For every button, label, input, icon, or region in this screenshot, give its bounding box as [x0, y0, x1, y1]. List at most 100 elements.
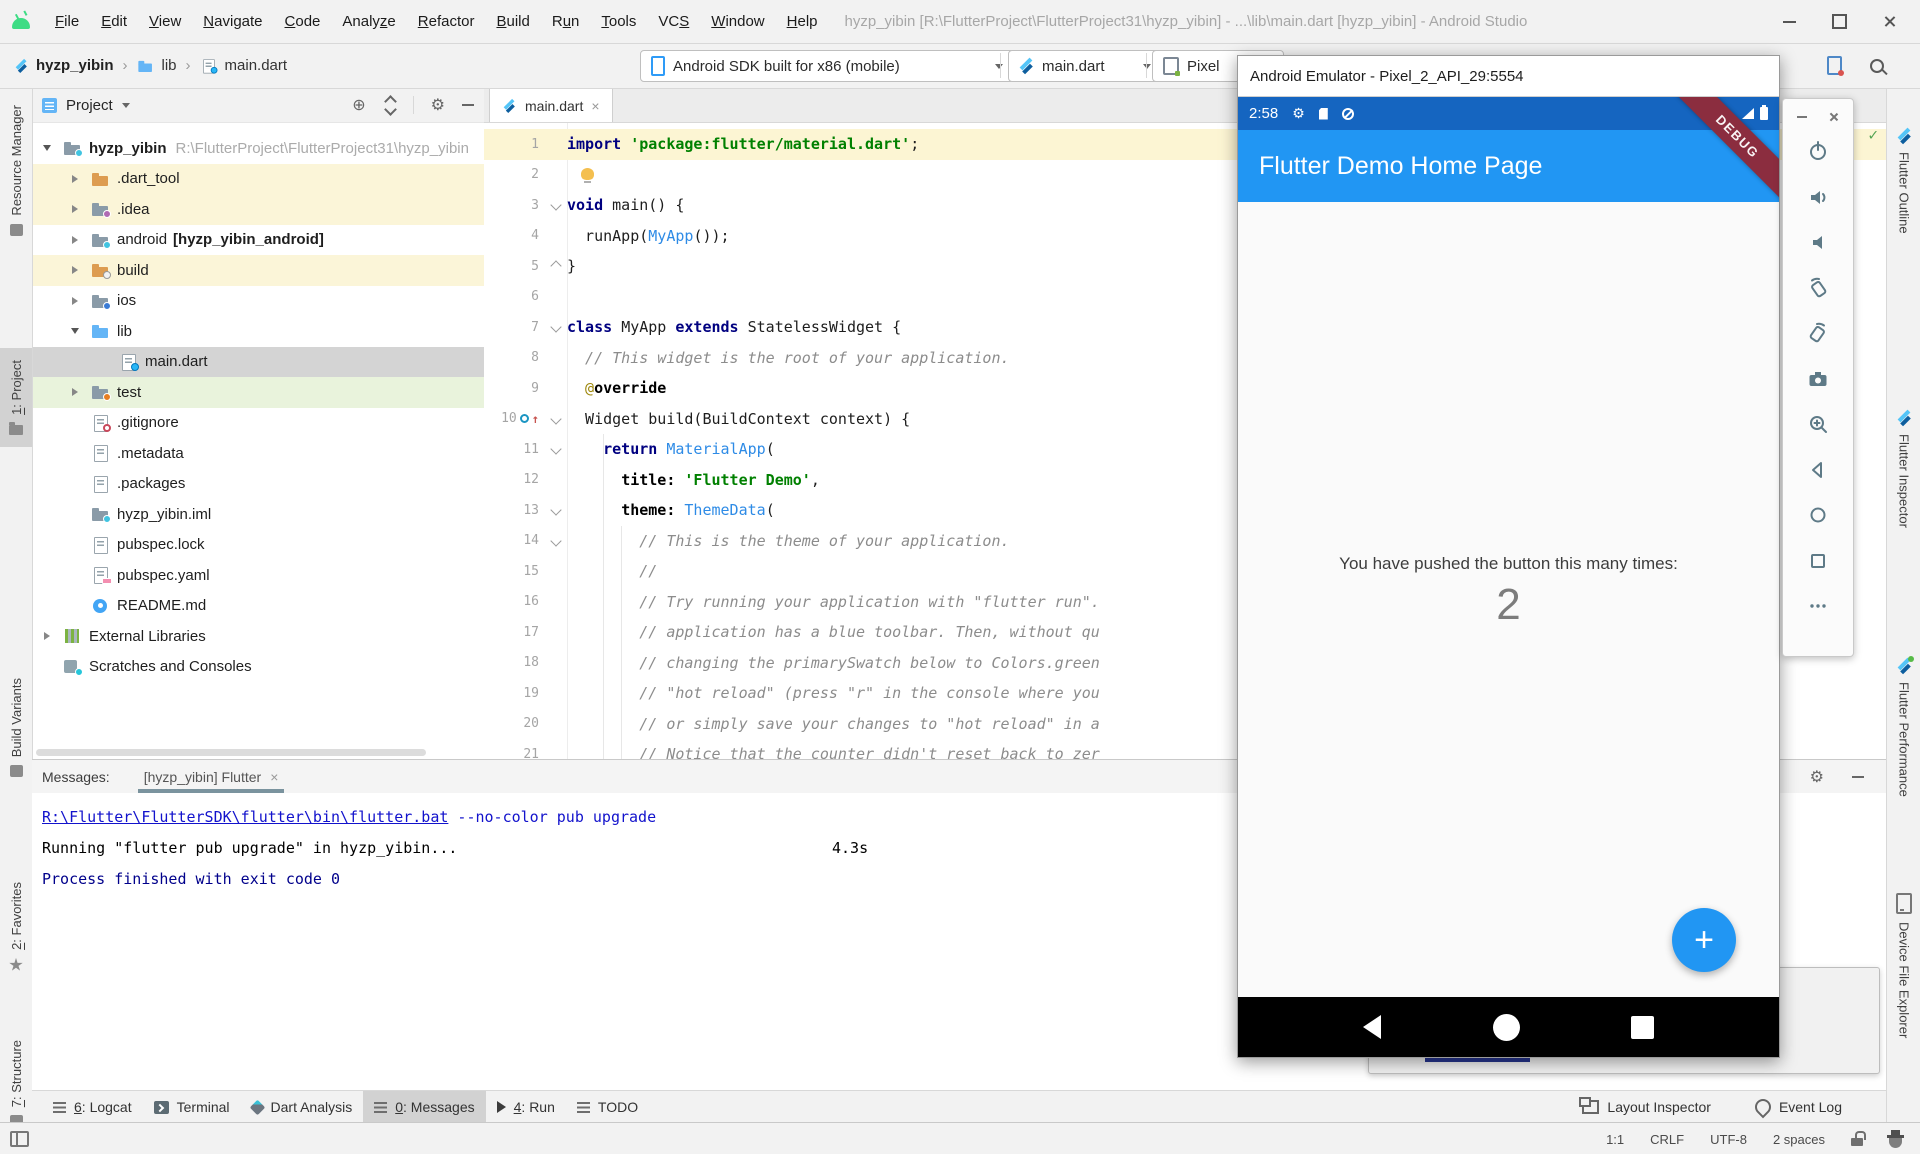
tree-caret[interactable] [68, 175, 82, 183]
tool-button-flutter-performance[interactable]: Flutter Performance [1887, 658, 1920, 797]
zoom-button[interactable]: .fl{fill:#5E7A87;stroke:none}.cut{fill:#… [1806, 412, 1830, 436]
tree-item-hyzp-yibin-iml[interactable]: hyzp_yibin.iml [32, 499, 484, 530]
fold-marker[interactable] [545, 262, 567, 270]
menu-window[interactable]: Window [700, 13, 775, 30]
breadcrumb-main-dart[interactable]: main.dart [200, 57, 288, 74]
volume-up-button[interactable]: .fl{fill:#5E7A87;stroke:none}.cut{fill:#… [1806, 185, 1830, 209]
tree-item-build[interactable]: build [32, 255, 484, 286]
inspection-ok-icon[interactable]: ✓ [1868, 125, 1878, 144]
tool-button-flutter-outline[interactable]: Flutter Outline [1887, 128, 1920, 234]
close-icon[interactable] [1829, 112, 1839, 122]
toggle-toolwindows-icon[interactable] [10, 1131, 29, 1147]
menu-refactor[interactable]: Refactor [407, 13, 486, 30]
device-selector[interactable]: Android SDK built for x86 (mobile) [640, 50, 1014, 82]
run-configuration-selector[interactable]: main.dart [1008, 50, 1162, 82]
tree-item-hyzp-yibin[interactable]: hyzp_yibinR:\FlutterProject\FlutterProje… [32, 133, 484, 164]
rotate-right-button[interactable]: .fl{fill:#5E7A87;stroke:none}.cut{fill:#… [1806, 321, 1830, 345]
more-button[interactable]: .fl{fill:#5E7A87;stroke:none}.cut{fill:#… [1806, 594, 1830, 618]
minimize-icon[interactable] [1783, 21, 1796, 23]
tool-tab-todo[interactable]: TODO [566, 1091, 649, 1123]
tree-caret[interactable] [68, 297, 82, 305]
tool-tab-6-logcat[interactable]: 6: Logcat [42, 1091, 143, 1123]
gear-icon[interactable]: ⚙ [1810, 767, 1824, 787]
home-button[interactable]: .fl{fill:#5E7A87;stroke:none}.cut{fill:#… [1806, 503, 1830, 527]
tree-item-metadata[interactable]: .metadata [32, 438, 484, 469]
tree-caret[interactable] [40, 145, 54, 151]
tool-button-1-project[interactable]: 1: Project [0, 348, 32, 447]
horizontal-scrollbar[interactable] [36, 749, 426, 756]
locate-file-icon[interactable]: ⊕ [352, 95, 365, 115]
tool-button-7-structure[interactable]: 7: Structure [0, 1040, 32, 1127]
override-marker-icon[interactable] [520, 414, 529, 423]
minimize-icon[interactable] [1797, 116, 1807, 118]
status-utf-8[interactable]: UTF-8 [1710, 1132, 1747, 1147]
tree-caret[interactable] [68, 236, 82, 244]
breadcrumb-lib[interactable]: lib [137, 57, 177, 74]
editor-tab-main-dart[interactable]: main.dart × [489, 88, 613, 122]
fold-marker[interactable] [545, 201, 567, 209]
tree-item-ios[interactable]: ios [32, 286, 484, 317]
menu-analyze[interactable]: Analyze [331, 13, 406, 30]
recents-button[interactable] [1631, 1016, 1654, 1039]
home-button[interactable] [1493, 1014, 1520, 1041]
menu-tools[interactable]: Tools [590, 13, 647, 30]
volume-down-button[interactable]: .fl{fill:#5E7A87;stroke:none}.cut{fill:#… [1806, 230, 1830, 254]
tool-button-2-favorites[interactable]: 2: Favorites [0, 882, 32, 972]
power-button[interactable]: .fl{fill:#5E7A87;stroke:none}.cut{fill:#… [1806, 139, 1830, 163]
fold-marker[interactable] [545, 445, 567, 453]
tree-item-test[interactable]: test [32, 377, 484, 408]
hide-panel-icon[interactable] [1852, 776, 1864, 778]
search-icon[interactable] [1870, 59, 1884, 73]
tree-item-main-dart[interactable]: main.dart [32, 347, 484, 378]
camera-button[interactable]: .fl{fill:#5E7A87;stroke:none}.cut{fill:#… [1806, 367, 1830, 391]
flutter-bat-link[interactable]: R:\Flutter\FlutterSDK\flutter\bin\flutte… [42, 808, 448, 826]
tool-button-flutter-inspector[interactable]: Flutter Inspector [1887, 410, 1920, 528]
fold-marker[interactable] [545, 415, 567, 423]
increment-fab-button[interactable]: + [1672, 908, 1736, 972]
close-icon[interactable] [1883, 15, 1896, 28]
tree-item-external-libraries[interactable]: External Libraries [32, 621, 484, 652]
tree-caret[interactable] [68, 205, 82, 213]
close-tab-icon[interactable]: × [591, 98, 599, 114]
overview-button[interactable]: .fl{fill:#5E7A87;stroke:none}.cut{fill:#… [1806, 549, 1830, 573]
fold-marker[interactable] [545, 323, 567, 331]
project-panel-title[interactable]: Project [66, 97, 113, 114]
menu-navigate[interactable]: Navigate [192, 13, 273, 30]
tree-caret[interactable] [68, 328, 82, 334]
maximize-icon[interactable] [1832, 14, 1847, 29]
hide-panel-icon[interactable] [462, 104, 474, 106]
menu-help[interactable]: Help [776, 13, 829, 30]
tree-item-gitignore[interactable]: .gitignore [32, 408, 484, 439]
back-button[interactable]: .fl{fill:#5E7A87;stroke:none}.cut{fill:#… [1806, 458, 1830, 482]
messages-tab-flutter[interactable]: [hyzp_yibin] Flutter × [138, 760, 285, 793]
tree-caret[interactable] [40, 632, 54, 640]
intention-bulb-icon[interactable] [581, 168, 594, 180]
tool-tab-layout-inspector[interactable]: Layout Inspector [1582, 1091, 1711, 1123]
gear-icon[interactable]: ⚙ [431, 95, 445, 115]
menu-run[interactable]: Run [541, 13, 591, 30]
close-tab-icon[interactable]: × [270, 769, 278, 785]
collapse-all-icon[interactable] [383, 99, 396, 112]
menu-file[interactable]: File [44, 13, 90, 30]
menu-view[interactable]: View [138, 13, 192, 30]
fold-marker[interactable] [545, 537, 567, 545]
menu-vcs[interactable]: VCS [647, 13, 700, 30]
tool-tab-0-messages[interactable]: 0: Messages [363, 1091, 485, 1123]
rotate-left-button[interactable]: .fl{fill:#5E7A87;stroke:none}.cut{fill:#… [1806, 276, 1830, 300]
attach-debugger-icon[interactable] [1827, 56, 1842, 75]
tool-tab-dart-analysis[interactable]: Dart Analysis [241, 1091, 364, 1123]
back-button[interactable] [1363, 1015, 1381, 1039]
tool-button-device-file-explorer[interactable]: Device File Explorer [1887, 893, 1920, 1038]
tree-item-lib[interactable]: lib [32, 316, 484, 347]
menu-edit[interactable]: Edit [90, 13, 138, 30]
tree-caret[interactable] [68, 388, 82, 396]
menu-code[interactable]: Code [274, 13, 332, 30]
status-1-1[interactable]: 1:1 [1606, 1132, 1624, 1147]
tree-item-pubspec-lock[interactable]: pubspec.lock [32, 530, 484, 561]
breadcrumb-hyzp-yibin[interactable]: hyzp_yibin [14, 57, 114, 74]
tool-button-resource-manager[interactable]: Resource Manager [0, 105, 32, 236]
tool-tab-event-log[interactable]: Event Log [1755, 1091, 1842, 1123]
tool-tab-4-run[interactable]: 4: Run [486, 1091, 566, 1123]
fold-marker[interactable] [545, 506, 567, 514]
tree-item-dart-tool[interactable]: .dart_tool [32, 164, 484, 195]
